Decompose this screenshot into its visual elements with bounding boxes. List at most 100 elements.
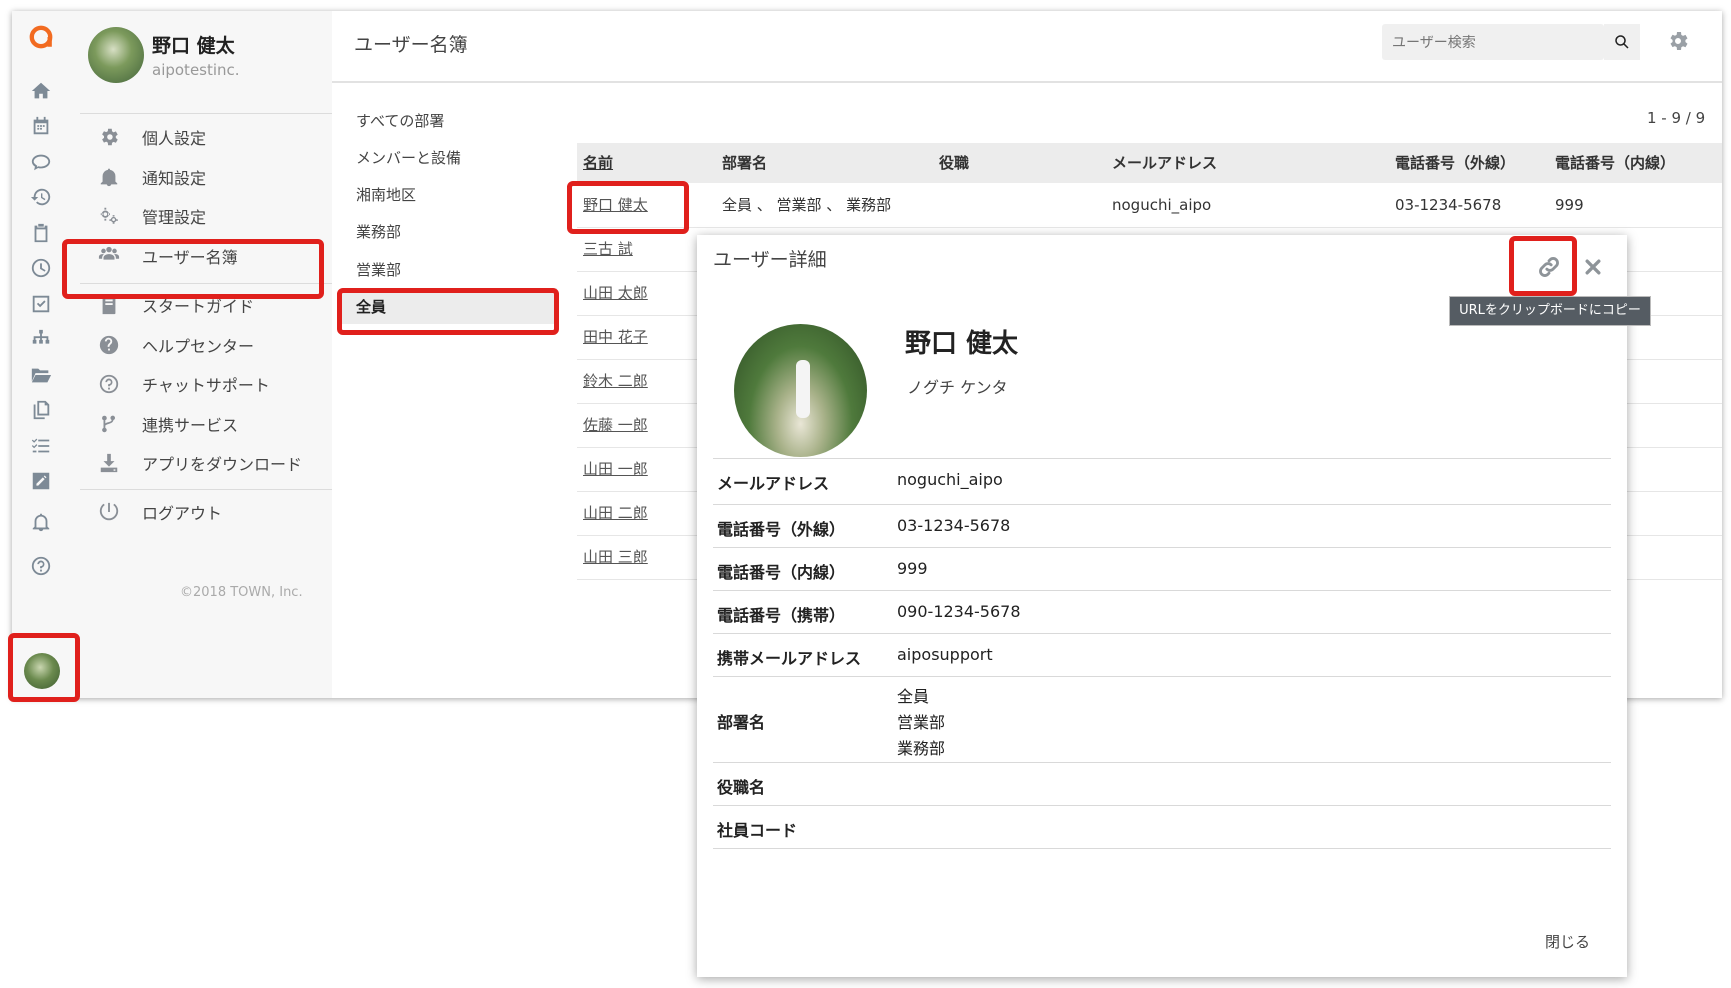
menu-item-label: 連携サービス [142,416,239,435]
gears-icon [96,203,122,229]
menu-item-notification-settings[interactable]: 通知設定 [80,157,324,197]
user-name-link[interactable]: 佐藤 一郎 [583,403,648,447]
field-label: 電話番号（携帯） [717,606,846,625]
menu-item-label: 管理設定 [142,208,207,227]
power-icon [96,499,122,525]
gear-icon [96,124,122,150]
highlight-box [62,239,324,299]
question-circle-icon [96,332,122,358]
edit-note-icon[interactable] [27,467,55,495]
search-field[interactable] [1382,24,1604,62]
field-row-email: メールアドレス noguchi_aipo [713,458,1611,505]
field-label: 電話番号（外線） [717,520,846,539]
column-header-name[interactable]: 名前 [583,143,613,183]
highlight-box [1509,236,1577,296]
user-name-link[interactable]: 山田 三郎 [583,535,648,579]
user-name-link[interactable]: 鈴木 二郎 [583,359,648,403]
field-row-phone-ext: 電話番号（外線） 03-1234-5678 [713,505,1611,548]
modal-title: ユーザー詳細 [713,249,827,271]
column-header-email: メールアドレス [1112,154,1218,172]
column-header-dept: 部署名 [722,154,768,172]
field-row-depts: 部署名 全員 営業部 業務部 [713,677,1611,763]
home-icon[interactable] [27,77,55,105]
modal-user-name: 野口 健太 [905,329,1019,359]
menu-item-chat-support[interactable]: チャットサポート [80,364,324,404]
user-name-link[interactable]: 田中 花子 [583,315,648,359]
calendar-icon[interactable] [27,112,55,140]
group-item[interactable]: 営業部 [342,251,557,287]
field-value: 業務部 [897,739,946,758]
pagination-count: 1 - 9 / 9 [1647,109,1706,127]
settings-button[interactable] [1666,29,1692,55]
field-label: 携帯メールアドレス [717,649,862,668]
help-circle-icon[interactable] [27,552,55,580]
modal-user-kana: ノグチ ケンタ [907,378,1008,397]
page-title: ユーザー名簿 [354,34,468,56]
field-row-position: 役職名 [713,763,1611,806]
search-input[interactable] [1382,24,1599,62]
logo-icon[interactable] [27,23,55,51]
row-phone-int: 999 [1555,196,1584,214]
folder-open-icon[interactable] [27,361,55,389]
menu-item-admin-settings[interactable]: 管理設定 [80,196,324,236]
org-chart-icon[interactable] [27,325,55,353]
profile-company: aipotestinc. [152,61,240,79]
clipboard-icon[interactable] [27,219,55,247]
profile-name: 野口 健太 [152,35,235,57]
menu-item-label: ヘルプセンター [142,337,255,356]
table-row[interactable]: 野口 健太 全員 、 営業部 、 業務部 noguchi_aipo 03-123… [577,183,1722,228]
field-value: 999 [897,559,928,578]
modal-avatar [734,324,867,457]
user-name-link[interactable]: 山田 一郎 [583,447,648,491]
branch-icon [96,411,122,437]
row-phone-ext: 03-1234-5678 [1395,196,1502,214]
menu-item-label: 個人設定 [142,129,207,148]
chat-bubble-icon[interactable] [27,148,55,176]
user-name-link[interactable]: 山田 太郎 [583,271,648,315]
highlight-box [8,633,80,702]
menu-item-help-center[interactable]: ヘルプセンター [80,325,324,365]
search-icon [1615,35,1629,49]
history-icon[interactable] [27,183,55,211]
highlight-box [337,288,559,335]
close-button[interactable] [1579,253,1607,281]
field-label: 電話番号（内線） [717,563,846,582]
column-header-phone-int: 電話番号（内線） [1555,154,1676,172]
question-outline-icon [96,371,122,397]
copyright: ©2018 TOWN, Inc. [180,585,303,600]
bell-outline-icon[interactable] [27,508,55,536]
modal-close-link[interactable]: 閉じる [1545,931,1590,952]
field-label: メールアドレス [717,474,830,493]
menu-item-label: チャットサポート [142,376,270,395]
checklist-icon[interactable] [27,432,55,460]
field-value: noguchi_aipo [897,470,1003,489]
column-header-phone-ext: 電話番号（外線） [1395,154,1516,172]
field-value: aiposupport [897,645,993,664]
checkbox-icon[interactable] [27,290,55,318]
copy-icon[interactable] [27,396,55,424]
clock-icon[interactable] [27,254,55,282]
field-value: 営業部 [897,713,946,732]
menu-item-logout[interactable]: ログアウト [80,492,324,532]
menu-item-integrations[interactable]: 連携サービス [80,404,324,444]
group-item[interactable]: メンバーと設備 [342,139,557,175]
avatar-figure [796,360,810,418]
menu-item-personal-settings[interactable]: 個人設定 [80,117,324,157]
group-item[interactable]: 業務部 [342,213,557,249]
group-item[interactable]: 湘南地区 [342,176,557,212]
user-name-link[interactable]: 山田 二郎 [583,491,648,535]
field-row-mobile-email: 携帯メールアドレス aiposupport [713,634,1611,677]
download-icon [96,450,122,476]
field-label: 社員コード [717,821,798,840]
column-header-position: 役職 [939,154,970,172]
menu-item-download-app[interactable]: アプリをダウンロード [80,443,324,483]
table-header: 名前 部署名 役職 メールアドレス 電話番号（外線） 電話番号（内線） [577,143,1722,183]
menu-item-label: アプリをダウンロード [142,455,303,474]
group-item[interactable]: すべての部署 [342,102,557,138]
icon-rail [12,11,70,698]
field-value: 全員 [897,687,930,706]
search-button[interactable] [1604,24,1640,60]
field-row-phone-int: 電話番号（内線） 999 [713,548,1611,591]
menu-item-label: ログアウト [142,504,223,523]
field-label: 役職名 [717,778,766,797]
